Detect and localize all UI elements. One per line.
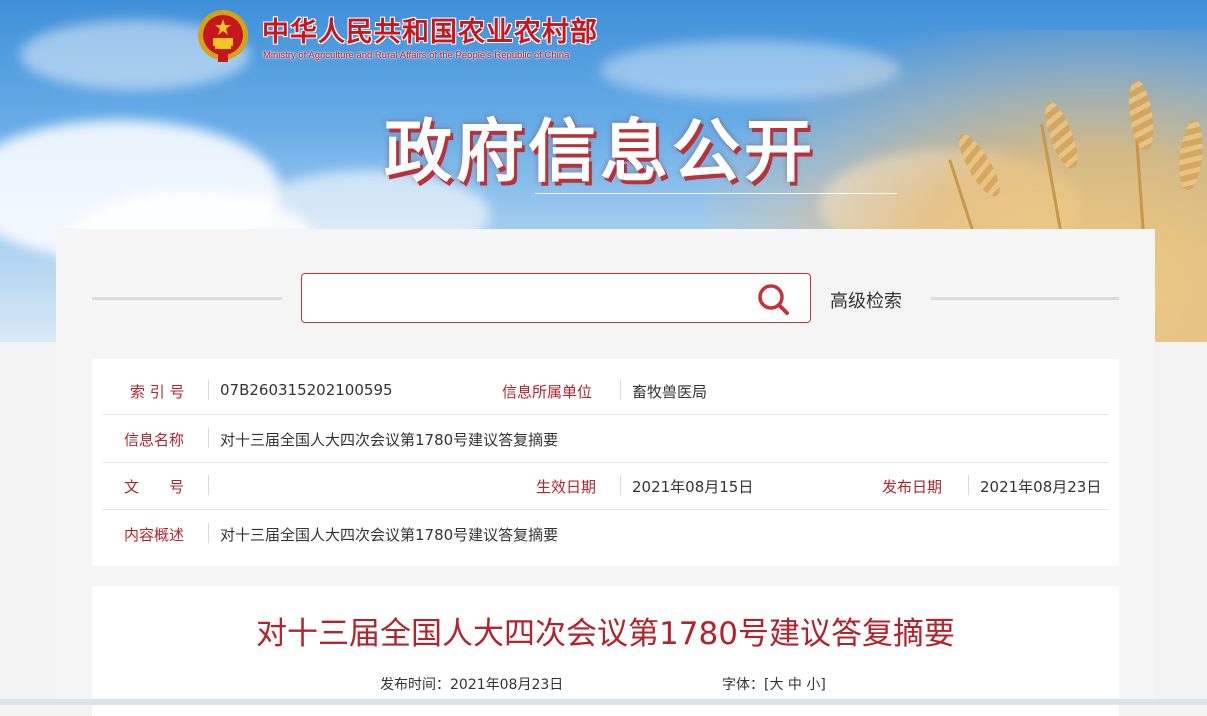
name-label: 信息名称 bbox=[124, 431, 185, 449]
index-label: 索 引 号 bbox=[130, 383, 185, 401]
doc-number-label: 文 号 bbox=[124, 478, 185, 496]
font-small-button[interactable]: 小 bbox=[806, 677, 820, 693]
info-row-summary: 内容概述 对十三届全国人大四次会议第1780号建议答复摘要 bbox=[102, 510, 1109, 557]
font-medium-button[interactable]: 中 bbox=[788, 677, 802, 693]
horizontal-scrollbar[interactable] bbox=[0, 699, 1207, 705]
info-row-index: 索 引 号 07B260315202100595 信息所属单位 畜牧兽医局 bbox=[102, 367, 1109, 415]
section-title: 政府信息公开 bbox=[384, 113, 817, 192]
main-panel: 高级检索 索 引 号 07B260315202100595 信息所属单位 畜牧兽… bbox=[56, 229, 1155, 716]
font-size-label: 字体：[ bbox=[722, 677, 770, 693]
effective-date-value: 2021年08月15日 bbox=[632, 478, 754, 496]
unit-value: 畜牧兽医局 bbox=[632, 383, 708, 401]
article-title: 对十三届全国人大四次会议第1780号建议答复摘要 bbox=[256, 616, 955, 652]
info-row-name: 信息名称 对十三届全国人大四次会议第1780号建议答复摘要 bbox=[102, 415, 1109, 463]
ministry-name-cn: 中华人民共和国农业农村部 bbox=[262, 17, 598, 48]
search-box bbox=[301, 273, 811, 323]
font-size-bracket: ] bbox=[820, 677, 826, 693]
info-table: 索 引 号 07B260315202100595 信息所属单位 畜牧兽医局 信息… bbox=[92, 359, 1119, 566]
publish-date-label: 发布日期 bbox=[882, 478, 943, 496]
search-divider-left bbox=[92, 297, 282, 300]
publish-time: 发布时间：2021年08月23日 bbox=[380, 677, 564, 693]
search-divider-right bbox=[931, 297, 1119, 300]
title-underline bbox=[535, 193, 897, 194]
ministry-name-en: Ministry of Agriculture and Rural Affair… bbox=[263, 50, 570, 61]
font-large-button[interactable]: 大 bbox=[769, 677, 783, 693]
summary-label: 内容概述 bbox=[124, 526, 185, 544]
national-emblem-icon bbox=[196, 8, 250, 64]
search-input[interactable] bbox=[302, 274, 760, 320]
unit-label: 信息所属单位 bbox=[502, 383, 593, 401]
advanced-search-link[interactable]: 高级检索 bbox=[830, 287, 902, 313]
font-size-control: 字体：[大 中 小] bbox=[722, 674, 826, 694]
summary-value: 对十三届全国人大四次会议第1780号建议答复摘要 bbox=[220, 526, 559, 544]
name-value: 对十三届全国人大四次会议第1780号建议答复摘要 bbox=[220, 431, 559, 449]
search-icon[interactable] bbox=[756, 282, 792, 318]
index-value: 07B260315202100595 bbox=[220, 381, 393, 399]
article: 对十三届全国人大四次会议第1780号建议答复摘要 发布时间：2021年08月23… bbox=[92, 586, 1119, 716]
publish-date-value: 2021年08月23日 bbox=[980, 478, 1102, 496]
effective-date-label: 生效日期 bbox=[536, 478, 597, 496]
info-row-doc: 文 号 生效日期 2021年08月15日 发布日期 2021年08月23日 bbox=[102, 462, 1109, 510]
